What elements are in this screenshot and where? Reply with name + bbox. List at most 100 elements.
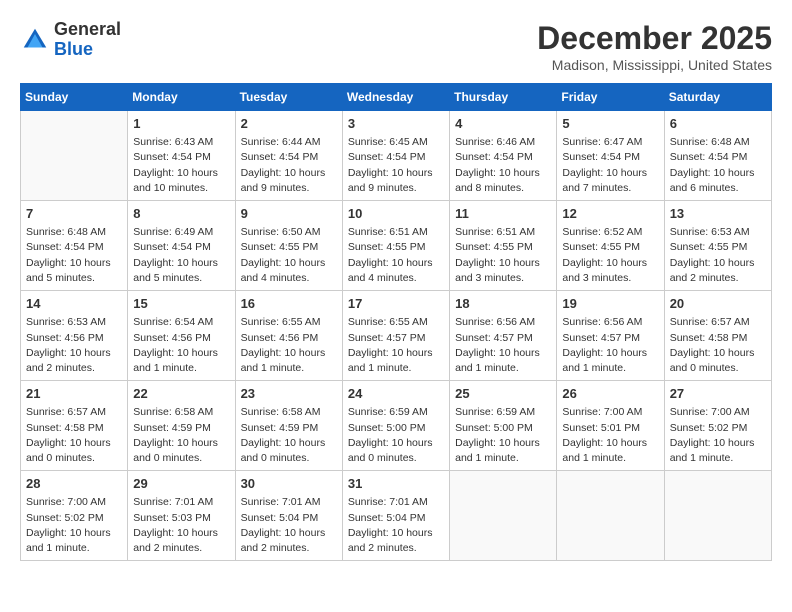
week-row-1: 7Sunrise: 6:48 AM Sunset: 4:54 PM Daylig…: [21, 201, 772, 291]
day-number: 29: [133, 475, 229, 493]
day-info: Sunrise: 6:56 AM Sunset: 4:57 PM Dayligh…: [455, 315, 551, 376]
logo-general: General: [54, 19, 121, 39]
day-cell: 8Sunrise: 6:49 AM Sunset: 4:54 PM Daylig…: [128, 201, 235, 291]
logo-icon: [20, 25, 50, 55]
day-cell: [664, 471, 771, 561]
weekday-header-tuesday: Tuesday: [235, 84, 342, 111]
day-cell: 30 Sunrise: 7:01 AM Sunset: 5:04 PM Dayli…: [235, 471, 342, 561]
logo: General Blue: [20, 20, 121, 60]
day-cell: [557, 471, 664, 561]
day-info: Sunrise: 6:47 AM Sunset: 4:54 PM Dayligh…: [562, 135, 658, 196]
week-row-2: 14 Sunrise: 6:53 AM Sunset: 4:56 PM Dayli…: [21, 291, 772, 381]
day-cell: 1 Sunrise: 6:43 AM Sunset: 4:54 PM Daylig…: [128, 111, 235, 201]
day-info: Sunrise: 6:57 AM Sunset: 4:58 PM Dayligh…: [26, 405, 122, 466]
day-cell: 24Sunrise: 6:59 AM Sunset: 5:00 PM Dayli…: [342, 381, 449, 471]
day-info: Sunrise: 6:52 AM Sunset: 4:55 PM Dayligh…: [562, 225, 658, 286]
day-info: Sunrise: 7:00 AM Sunset: 5:02 PM Dayligh…: [670, 405, 766, 466]
day-cell: 21Sunrise: 6:57 AM Sunset: 4:58 PM Dayli…: [21, 381, 128, 471]
week-row-0: 1 Sunrise: 6:43 AM Sunset: 4:54 PM Daylig…: [21, 111, 772, 201]
day-info: Sunrise: 6:53 AM Sunset: 4:55 PM Dayligh…: [670, 225, 766, 286]
day-cell: 23Sunrise: 6:58 AM Sunset: 4:59 PM Dayli…: [235, 381, 342, 471]
day-cell: 12 Sunrise: 6:52 AM Sunset: 4:55 PM Dayli…: [557, 201, 664, 291]
day-number: 22: [133, 385, 229, 403]
day-info: Sunrise: 6:44 AM Sunset: 4:54 PM Dayligh…: [241, 135, 337, 196]
day-cell: 28Sunrise: 7:00 AM Sunset: 5:02 PM Dayli…: [21, 471, 128, 561]
day-info: Sunrise: 6:57 AM Sunset: 4:58 PM Dayligh…: [670, 315, 766, 376]
day-cell: 16 Sunrise: 6:55 AM Sunset: 4:56 PM Dayli…: [235, 291, 342, 381]
day-info: Sunrise: 7:01 AM Sunset: 5:04 PM Dayligh…: [348, 495, 444, 556]
weekday-header-row: SundayMondayTuesdayWednesdayThursdayFrid…: [21, 84, 772, 111]
day-info: Sunrise: 7:00 AM Sunset: 5:01 PM Dayligh…: [562, 405, 658, 466]
day-info: Sunrise: 6:50 AM Sunset: 4:55 PM Dayligh…: [241, 225, 337, 286]
location: Madison, Mississippi, United States: [537, 57, 772, 73]
title-area: December 2025 Madison, Mississippi, Unit…: [537, 20, 772, 73]
day-cell: 3Sunrise: 6:45 AM Sunset: 4:54 PM Daylig…: [342, 111, 449, 201]
day-info: Sunrise: 6:48 AM Sunset: 4:54 PM Dayligh…: [670, 135, 766, 196]
day-number: 13: [670, 205, 766, 223]
day-cell: 17Sunrise: 6:55 AM Sunset: 4:57 PM Dayli…: [342, 291, 449, 381]
day-number: 12: [562, 205, 658, 223]
day-number: 6: [670, 115, 766, 133]
weekday-header-wednesday: Wednesday: [342, 84, 449, 111]
logo-text: General Blue: [54, 20, 121, 60]
day-cell: 11Sunrise: 6:51 AM Sunset: 4:55 PM Dayli…: [450, 201, 557, 291]
day-cell: 6 Sunrise: 6:48 AM Sunset: 4:54 PM Daylig…: [664, 111, 771, 201]
day-number: 4: [455, 115, 551, 133]
day-info: Sunrise: 6:59 AM Sunset: 5:00 PM Dayligh…: [455, 405, 551, 466]
day-info: Sunrise: 6:45 AM Sunset: 4:54 PM Dayligh…: [348, 135, 444, 196]
day-cell: [21, 111, 128, 201]
day-cell: 5 Sunrise: 6:47 AM Sunset: 4:54 PM Daylig…: [557, 111, 664, 201]
day-number: 10: [348, 205, 444, 223]
day-number: 26: [562, 385, 658, 403]
day-info: Sunrise: 6:51 AM Sunset: 4:55 PM Dayligh…: [455, 225, 551, 286]
day-info: Sunrise: 6:49 AM Sunset: 4:54 PM Dayligh…: [133, 225, 229, 286]
weekday-header-monday: Monday: [128, 84, 235, 111]
day-number: 16: [241, 295, 337, 313]
day-number: 19: [562, 295, 658, 313]
day-info: Sunrise: 6:56 AM Sunset: 4:57 PM Dayligh…: [562, 315, 658, 376]
day-cell: 18 Sunrise: 6:56 AM Sunset: 4:57 PM Dayli…: [450, 291, 557, 381]
logo-blue: Blue: [54, 39, 93, 59]
day-number: 9: [241, 205, 337, 223]
day-cell: 29 Sunrise: 7:01 AM Sunset: 5:03 PM Dayli…: [128, 471, 235, 561]
weekday-header-saturday: Saturday: [664, 84, 771, 111]
calendar: SundayMondayTuesdayWednesdayThursdayFrid…: [20, 83, 772, 561]
day-info: Sunrise: 7:00 AM Sunset: 5:02 PM Dayligh…: [26, 495, 122, 556]
day-info: Sunrise: 6:51 AM Sunset: 4:55 PM Dayligh…: [348, 225, 444, 286]
day-info: Sunrise: 7:01 AM Sunset: 5:04 PM Dayligh…: [241, 495, 337, 556]
day-info: Sunrise: 6:43 AM Sunset: 4:54 PM Dayligh…: [133, 135, 229, 196]
day-cell: 15Sunrise: 6:54 AM Sunset: 4:56 PM Dayli…: [128, 291, 235, 381]
week-row-3: 21Sunrise: 6:57 AM Sunset: 4:58 PM Dayli…: [21, 381, 772, 471]
day-number: 5: [562, 115, 658, 133]
weekday-header-friday: Friday: [557, 84, 664, 111]
weekday-header-thursday: Thursday: [450, 84, 557, 111]
day-cell: 9 Sunrise: 6:50 AM Sunset: 4:55 PM Daylig…: [235, 201, 342, 291]
day-cell: 10 Sunrise: 6:51 AM Sunset: 4:55 PM Dayli…: [342, 201, 449, 291]
day-info: Sunrise: 6:58 AM Sunset: 4:59 PM Dayligh…: [241, 405, 337, 466]
day-number: 25: [455, 385, 551, 403]
day-cell: 2 Sunrise: 6:44 AM Sunset: 4:54 PM Daylig…: [235, 111, 342, 201]
day-cell: 4 Sunrise: 6:46 AM Sunset: 4:54 PM Daylig…: [450, 111, 557, 201]
month-title: December 2025: [537, 20, 772, 57]
day-cell: 22 Sunrise: 6:58 AM Sunset: 4:59 PM Dayli…: [128, 381, 235, 471]
day-info: Sunrise: 6:59 AM Sunset: 5:00 PM Dayligh…: [348, 405, 444, 466]
day-info: Sunrise: 6:53 AM Sunset: 4:56 PM Dayligh…: [26, 315, 122, 376]
day-cell: 26 Sunrise: 7:00 AM Sunset: 5:01 PM Dayli…: [557, 381, 664, 471]
day-info: Sunrise: 6:58 AM Sunset: 4:59 PM Dayligh…: [133, 405, 229, 466]
day-number: 17: [348, 295, 444, 313]
day-number: 30: [241, 475, 337, 493]
day-number: 18: [455, 295, 551, 313]
day-number: 27: [670, 385, 766, 403]
day-number: 1: [133, 115, 229, 133]
day-cell: 31 Sunrise: 7:01 AM Sunset: 5:04 PM Dayli…: [342, 471, 449, 561]
day-number: 14: [26, 295, 122, 313]
day-info: Sunrise: 6:55 AM Sunset: 4:56 PM Dayligh…: [241, 315, 337, 376]
day-number: 31: [348, 475, 444, 493]
page-header: General Blue December 2025 Madison, Miss…: [20, 20, 772, 73]
day-cell: 7Sunrise: 6:48 AM Sunset: 4:54 PM Daylig…: [21, 201, 128, 291]
day-info: Sunrise: 7:01 AM Sunset: 5:03 PM Dayligh…: [133, 495, 229, 556]
day-info: Sunrise: 6:54 AM Sunset: 4:56 PM Dayligh…: [133, 315, 229, 376]
day-info: Sunrise: 6:46 AM Sunset: 4:54 PM Dayligh…: [455, 135, 551, 196]
day-number: 2: [241, 115, 337, 133]
day-cell: 27 Sunrise: 7:00 AM Sunset: 5:02 PM Dayli…: [664, 381, 771, 471]
